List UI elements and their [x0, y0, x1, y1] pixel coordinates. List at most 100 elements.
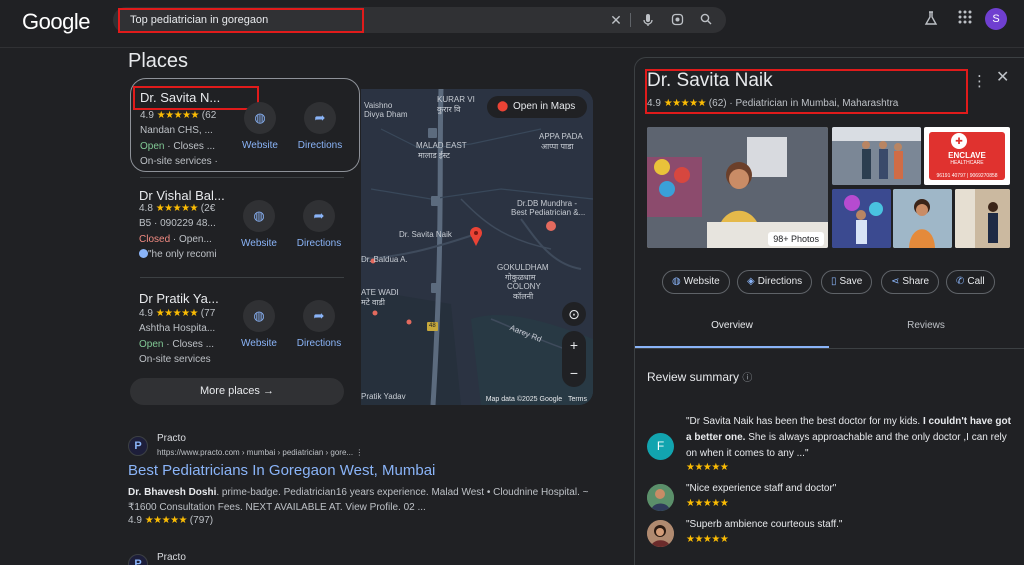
reviewer-photo: [647, 520, 674, 547]
review-text: "Superb ambience courteous staff.": [686, 519, 843, 530]
place-rating: 4.8 ★★★★★ (2€: [139, 203, 216, 214]
google-logo[interactable]: Google: [22, 9, 90, 35]
clinic-photo[interactable]: [832, 189, 891, 248]
map-terms-link[interactable]: Terms: [568, 396, 587, 403]
place-name[interactable]: Dr Pratik Ya...: [139, 291, 219, 306]
kp-call-button[interactable]: ✆ Call: [946, 270, 995, 294]
locate-me-button[interactable]: ⊙: [562, 302, 586, 326]
kp-save-button[interactable]: ▯ Save: [821, 270, 873, 294]
tab-divider: [635, 348, 1024, 349]
doctor-photo-illustration: [893, 189, 952, 248]
result-snippet: Dr. Bhavesh Doshi. prime-badge. Pediatri…: [128, 487, 589, 513]
search-icon[interactable]: [699, 13, 713, 27]
place-card[interactable]: Dr Vishal Bal... 4.8 ★★★★★ (2€ B5 · 0902…: [130, 177, 360, 271]
review-stars: ★★★★★: [686, 462, 729, 473]
doctor-photo-illustration: [647, 127, 828, 248]
place-review-snippet: "he only recomi: [139, 249, 231, 260]
practo-favicon: P: [128, 436, 148, 456]
review-stars: ★★★★★: [686, 534, 729, 545]
result-site-name[interactable]: Practo: [157, 552, 186, 563]
microphone-icon[interactable]: [641, 13, 655, 27]
globe-icon: ◍: [243, 200, 275, 232]
review-text: "Dr Savita Naik has been the best doctor…: [686, 416, 1011, 459]
reviewer-avatar: [139, 249, 148, 258]
reviewer-avatar: [647, 520, 674, 547]
review-summary-heading: Review summary ⓘ: [647, 370, 753, 384]
kp-title: Dr. Savita Naik: [647, 70, 773, 91]
review-stars: ★★★★★: [686, 498, 729, 509]
tab-overview[interactable]: Overview: [635, 320, 829, 331]
directions-icon: ➦: [304, 102, 336, 134]
tab-reviews[interactable]: Reviews: [829, 320, 1023, 331]
clinic-sign-photo[interactable]: ✚ ENCLAVE HEALTHCARE 96191 40797 | 90692…: [924, 127, 1010, 185]
clinic-photo[interactable]: [893, 189, 952, 248]
more-places-button[interactable]: More places →: [130, 378, 344, 405]
directions-button[interactable]: ➦ Directions: [296, 102, 344, 151]
website-button[interactable]: ◍ Website: [235, 300, 283, 349]
clinic-photo-main[interactable]: 98+ Photos: [647, 127, 828, 248]
kp-directions-button[interactable]: ◈ Directions: [737, 270, 813, 294]
result-url[interactable]: https://www.practo.com › mumbai › pediat…: [157, 448, 363, 457]
places-heading: Places: [128, 50, 189, 72]
staff-photo-illustration: [832, 127, 921, 185]
kp-website-button[interactable]: ◍ Website: [662, 270, 730, 294]
place-card[interactable]: Dr. Savita N... 4.9 ★★★★★ (62 Nandan CHS…: [130, 78, 360, 172]
apps-grid-icon[interactable]: [955, 10, 975, 30]
share-icon: ⋖: [891, 276, 900, 287]
reception-photo-illustration: [955, 189, 1010, 248]
zoom-in-button[interactable]: +: [562, 331, 586, 359]
directions-icon: ◈: [747, 276, 755, 287]
reviewer-avatar: F: [647, 433, 674, 460]
directions-button[interactable]: ➦ Directions: [295, 200, 343, 249]
website-button[interactable]: ◍ Website: [236, 102, 284, 151]
search-input[interactable]: Top pediatrician in goregaon: [118, 8, 364, 33]
globe-icon: ◍: [244, 102, 276, 134]
place-name[interactable]: Dr Vishal Bal...: [139, 188, 225, 203]
event-photo-illustration: [832, 189, 891, 248]
kp-share-button[interactable]: ⋖ Share: [881, 270, 940, 294]
place-extra: On-site services ·: [140, 156, 218, 167]
more-options-icon[interactable]: ⋮: [355, 448, 363, 457]
place-hours: Open · Closes ...: [139, 339, 215, 350]
zoom-out-button[interactable]: −: [562, 359, 586, 387]
place-divider: [140, 177, 344, 178]
result-title-link[interactable]: Best Pediatricians In Goregaon West, Mum…: [128, 462, 435, 479]
search-box[interactable]: Top pediatrician in goregaon ✕: [113, 7, 726, 33]
account-avatar[interactable]: S: [985, 8, 1007, 30]
top-bar: Google Top pediatrician in goregaon ✕ S: [0, 0, 1024, 48]
arrow-right-icon: →: [262, 385, 274, 397]
place-rating: 4.9 ★★★★★ (77: [139, 308, 216, 319]
info-icon[interactable]: ⓘ: [742, 373, 752, 384]
place-hours: Open · Closes ...: [140, 141, 216, 152]
practo-favicon: P: [128, 554, 148, 565]
phone-icon: ✆: [956, 276, 965, 287]
website-button[interactable]: ◍ Website: [235, 200, 283, 249]
globe-icon: ◍: [672, 276, 681, 287]
place-address: Nandan CHS, ...: [140, 125, 213, 136]
directions-icon: ➦: [303, 300, 335, 332]
place-hours: Closed · Open...: [139, 234, 212, 245]
close-icon[interactable]: ✕: [996, 67, 1009, 87]
clear-icon[interactable]: ✕: [609, 13, 623, 27]
globe-icon: ◍: [243, 300, 275, 332]
more-vert-icon[interactable]: ⋮: [972, 72, 987, 90]
directions-button[interactable]: ➦ Directions: [295, 300, 343, 349]
maps-pin-icon: ⬤: [497, 101, 509, 112]
clinic-photo[interactable]: [832, 127, 921, 185]
open-in-maps-button[interactable]: ⬤ Open in Maps: [487, 96, 587, 118]
place-address: Ashtha Hospita...: [139, 323, 216, 334]
result-site-name[interactable]: Practo: [157, 433, 186, 444]
place-extra: On-site services: [139, 354, 211, 365]
map[interactable]: KURAR VI कुरार वि Vaishno Divya Dham MAL…: [361, 89, 593, 405]
labs-flask-icon[interactable]: [921, 10, 941, 30]
reviewer-avatar: [647, 484, 674, 511]
lens-icon[interactable]: [670, 13, 684, 27]
place-rating: 4.9 ★★★★★ (62: [140, 110, 217, 121]
knowledge-panel: Dr. Savita Naik 4.9 ★★★★★ (62) · Pediatr…: [634, 57, 1024, 565]
map-attribution: Map data ©2025 Google Terms: [485, 396, 587, 403]
kp-rating-category: 4.9 ★★★★★ (62) · Pediatrician in Mumbai,…: [647, 98, 899, 109]
result-rating: 4.9 ★★★★★ (797): [128, 515, 214, 526]
place-card[interactable]: Dr Pratik Ya... 4.9 ★★★★★ (77 Ashtha Hos…: [130, 277, 360, 371]
clinic-photo[interactable]: [955, 189, 1010, 248]
review-text: "Nice experience staff and doctor": [686, 483, 837, 494]
